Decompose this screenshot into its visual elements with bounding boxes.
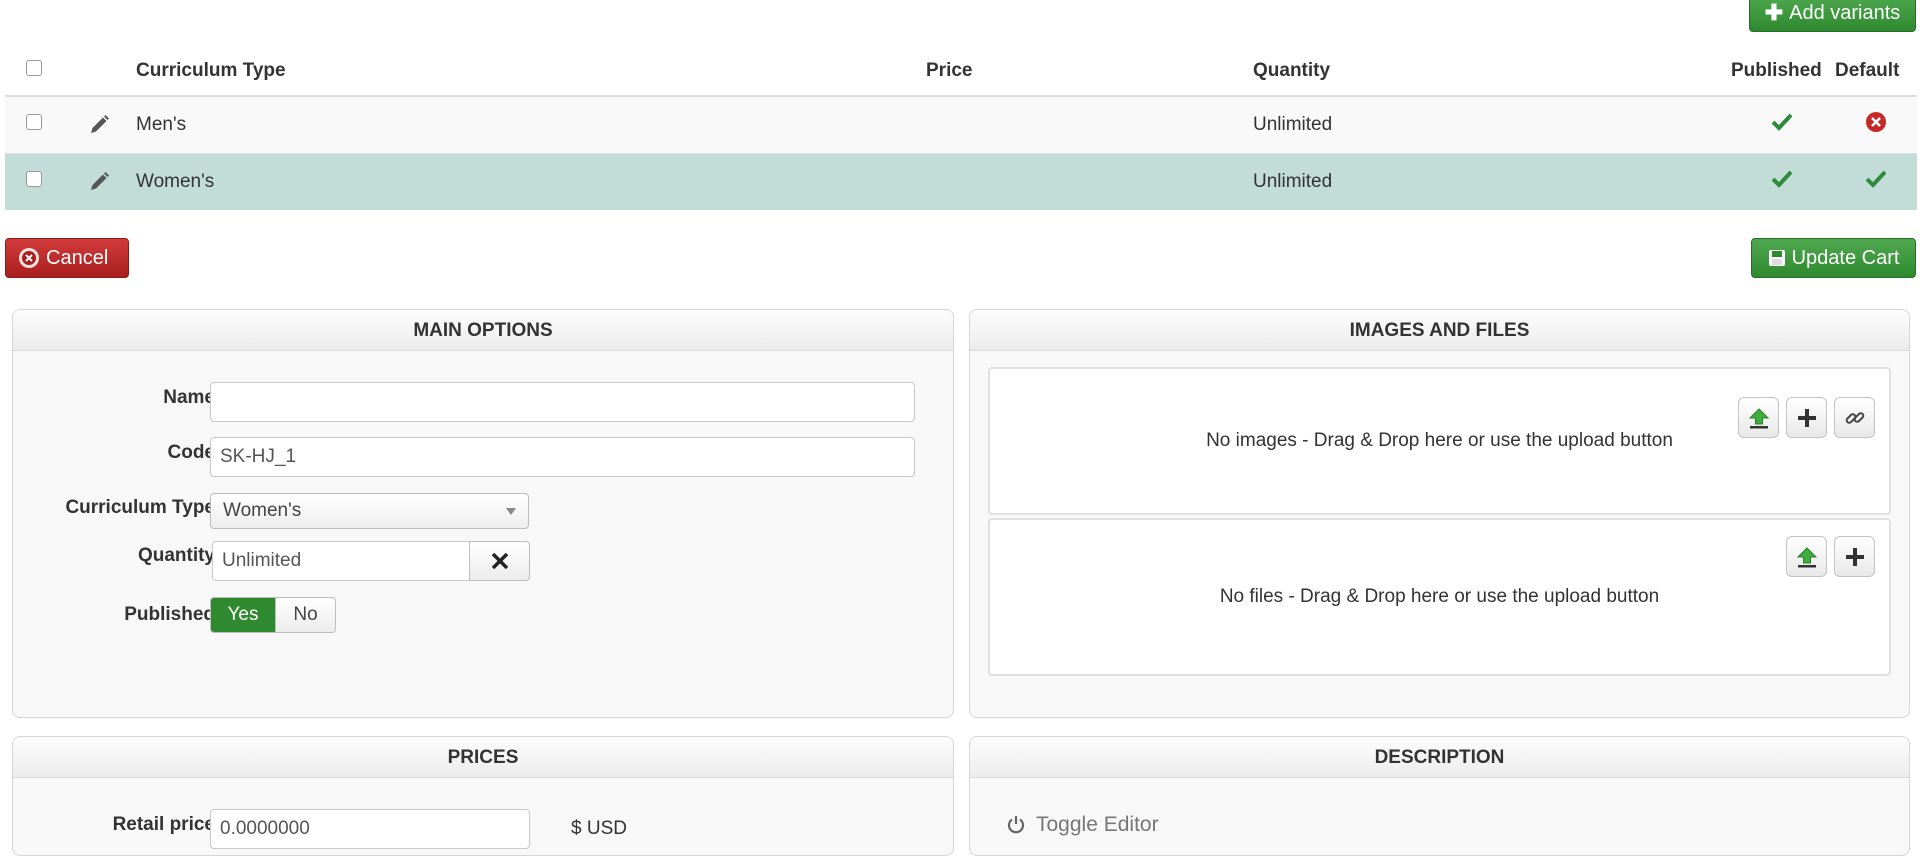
- default-cell: [1834, 152, 1917, 210]
- published-yes-button[interactable]: Yes: [211, 598, 275, 632]
- images-files-title: IMAGES AND FILES: [970, 310, 1909, 351]
- link-image-button[interactable]: [1834, 397, 1875, 438]
- add-variants-button[interactable]: ✚ Add variants: [1749, 0, 1916, 32]
- header-published[interactable]: Published: [1730, 46, 1834, 97]
- plus-icon: [1845, 547, 1864, 566]
- add-image-button[interactable]: [1786, 397, 1827, 438]
- row-checkbox[interactable]: [26, 170, 42, 187]
- quantity-label: Quantity: [137, 545, 215, 566]
- row-price: [925, 152, 1252, 210]
- images-empty-text: No images - Drag & Drop here or use the …: [1206, 430, 1673, 451]
- main-options-panel: MAIN OPTIONS Name Code SK-HJ_1 Curriculu…: [12, 309, 954, 718]
- edit-cell: [63, 152, 135, 210]
- prices-panel: PRICES Retail price 0.0000000 $ USD: [12, 736, 954, 856]
- save-icon: [1768, 250, 1785, 266]
- table-row[interactable]: Men's Unlimited: [5, 95, 1917, 153]
- retail-price-label: Retail price: [112, 814, 215, 835]
- files-dropzone[interactable]: No files - Drag & Drop here or use the u…: [988, 518, 1891, 676]
- select-all-checkbox[interactable]: [26, 59, 42, 76]
- published-cell: [1730, 152, 1834, 210]
- code-label: Code: [167, 442, 216, 463]
- published-no-button[interactable]: No: [275, 598, 335, 632]
- toggle-editor-button[interactable]: Toggle Editor: [1006, 813, 1159, 837]
- header-quantity[interactable]: Quantity: [1252, 46, 1730, 97]
- row-price: [925, 95, 1252, 153]
- chevron-down-icon: [506, 507, 516, 515]
- power-icon: [1007, 816, 1025, 834]
- row-quantity: Unlimited: [1252, 152, 1730, 210]
- toggle-editor-label: Toggle Editor: [1036, 813, 1159, 836]
- row-name: Women's: [135, 152, 925, 210]
- header-price[interactable]: Price: [925, 46, 1252, 97]
- name-input[interactable]: [210, 382, 915, 422]
- check-icon[interactable]: [1771, 113, 1793, 131]
- select-all-cell: [5, 46, 63, 97]
- update-cart-label: Update Cart: [1791, 246, 1900, 269]
- upload-image-button[interactable]: [1738, 397, 1779, 438]
- row-checkbox[interactable]: [26, 113, 42, 130]
- prices-title: PRICES: [13, 737, 953, 778]
- pencil-icon[interactable]: [88, 114, 110, 136]
- cancel-label: Cancel: [46, 246, 109, 269]
- upload-icon: [1748, 407, 1769, 428]
- images-dropzone[interactable]: No images - Drag & Drop here or use the …: [988, 367, 1891, 515]
- code-input[interactable]: SK-HJ_1: [210, 437, 915, 477]
- clear-quantity-button[interactable]: [469, 541, 530, 581]
- table-row[interactable]: Women's Unlimited: [5, 152, 1917, 210]
- curriculum-type-label: Curriculum Type: [65, 497, 215, 518]
- published-cell: [1730, 95, 1834, 153]
- row-quantity: Unlimited: [1252, 95, 1730, 153]
- plus-icon: [1797, 408, 1816, 427]
- add-file-button[interactable]: [1834, 536, 1875, 577]
- name-label: Name: [163, 387, 215, 408]
- check-icon[interactable]: [1771, 170, 1793, 188]
- header-default[interactable]: Default: [1834, 46, 1917, 97]
- quantity-input[interactable]: Unlimited: [212, 541, 470, 581]
- close-icon: [491, 552, 508, 570]
- retail-price-input[interactable]: 0.0000000: [210, 809, 530, 849]
- update-cart-button[interactable]: Update Cart: [1751, 238, 1916, 278]
- check-icon[interactable]: [1865, 170, 1886, 188]
- edit-header-cell: [63, 46, 135, 97]
- images-files-panel: IMAGES AND FILES No images - Drag & Drop…: [969, 309, 1910, 718]
- currency-label: $ USD: [571, 818, 627, 839]
- table-header-row: Curriculum Type Price Quantity Published…: [5, 46, 1917, 97]
- cross-circle-icon[interactable]: [1865, 111, 1886, 132]
- variants-table: Curriculum Type Price Quantity Published…: [5, 46, 1917, 210]
- add-variants-label: Add variants: [1789, 1, 1901, 24]
- published-toggle: Yes No: [210, 597, 336, 633]
- default-cell: [1834, 95, 1917, 153]
- pencil-icon[interactable]: [88, 171, 110, 193]
- upload-file-button[interactable]: [1786, 536, 1827, 577]
- files-empty-text: No files - Drag & Drop here or use the u…: [1219, 586, 1660, 607]
- link-icon: [1845, 411, 1864, 424]
- edit-cell: [63, 95, 135, 153]
- published-label: Published: [124, 604, 215, 625]
- curriculum-type-select[interactable]: Women's: [210, 493, 529, 529]
- header-curriculum-type[interactable]: Curriculum Type: [135, 46, 925, 97]
- main-options-title: MAIN OPTIONS: [13, 310, 953, 351]
- row-name: Men's: [135, 95, 925, 153]
- curriculum-type-value: Women's: [223, 500, 302, 521]
- cancel-circle-icon: [19, 248, 39, 268]
- plus-icon: ✚: [1764, 0, 1784, 25]
- upload-icon: [1796, 546, 1817, 567]
- cancel-button[interactable]: Cancel: [5, 238, 129, 278]
- description-panel: DESCRIPTION Toggle Editor: [969, 736, 1910, 856]
- description-title: DESCRIPTION: [970, 737, 1909, 778]
